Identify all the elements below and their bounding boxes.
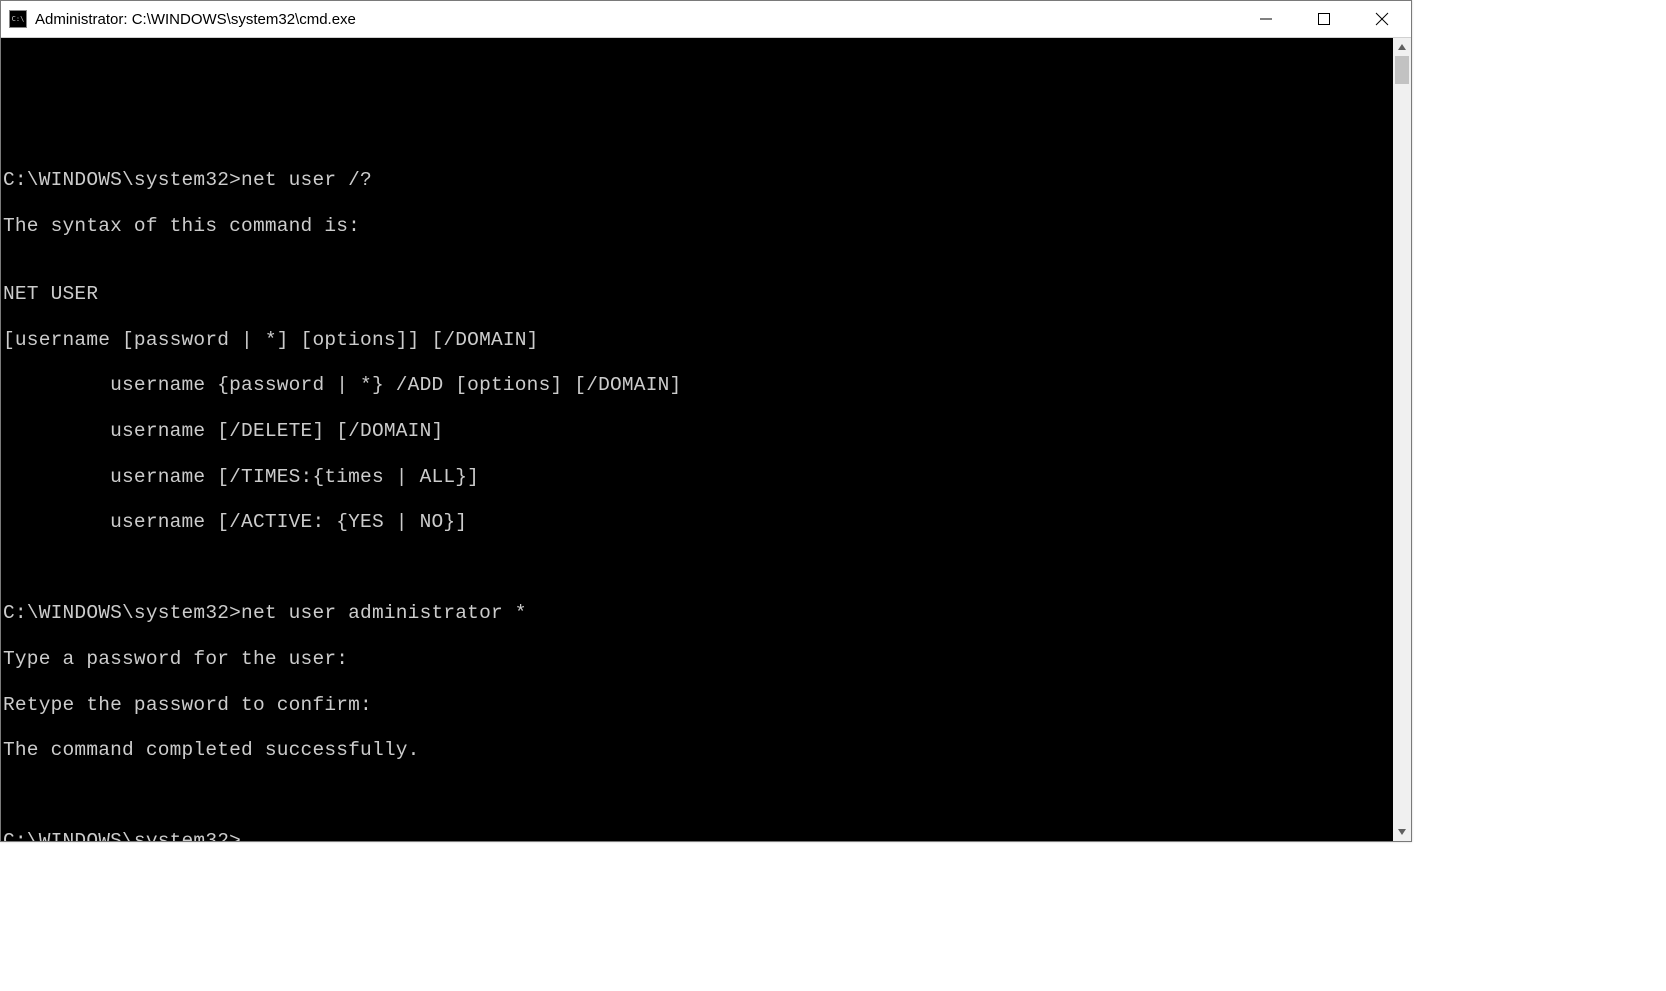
minimize-icon: [1259, 12, 1273, 26]
minimize-button[interactable]: [1237, 1, 1295, 37]
window-title: Administrator: C:\WINDOWS\system32\cmd.e…: [35, 11, 356, 28]
terminal-line: username [/ACTIVE: {YES | NO}]: [3, 511, 1393, 534]
terminal-line: username {password | *} /ADD [options] […: [3, 374, 1393, 397]
client-area: C:\WINDOWS\system32>net user /? The synt…: [1, 38, 1411, 841]
cmd-window: Administrator: C:\WINDOWS\system32\cmd.e…: [0, 0, 1412, 842]
terminal-line: [username [password | *] [options]] [/DO…: [3, 329, 1393, 352]
close-icon: [1375, 12, 1389, 26]
vertical-scrollbar[interactable]: [1393, 38, 1411, 841]
terminal-line: username [/TIMES:{times | ALL}]: [3, 466, 1393, 489]
terminal-content: C:\WINDOWS\system32>net user /? The synt…: [1, 84, 1393, 841]
terminal-line: C:\WINDOWS\system32>net user /?: [3, 169, 1393, 192]
scroll-down-button[interactable]: [1393, 823, 1411, 841]
terminal-prompt-line: C:\WINDOWS\system32>: [3, 830, 1393, 841]
terminal-line: username [/DELETE] [/DOMAIN]: [3, 420, 1393, 443]
terminal-line: C:\WINDOWS\system32>net user administrat…: [3, 602, 1393, 625]
terminal-line: NET USER: [3, 283, 1393, 306]
terminal[interactable]: C:\WINDOWS\system32>net user /? The synt…: [1, 38, 1393, 841]
terminal-line: The command completed successfully.: [3, 739, 1393, 762]
close-button[interactable]: [1353, 1, 1411, 37]
chevron-up-icon: [1397, 42, 1407, 52]
maximize-button[interactable]: [1295, 1, 1353, 37]
terminal-line: Retype the password to confirm:: [3, 694, 1393, 717]
terminal-line: Type a password for the user:: [3, 648, 1393, 671]
scroll-up-button[interactable]: [1393, 38, 1411, 56]
scroll-thumb[interactable]: [1395, 56, 1409, 84]
terminal-line: The syntax of this command is:: [3, 215, 1393, 238]
chevron-down-icon: [1397, 827, 1407, 837]
cmd-icon: [9, 10, 27, 28]
scroll-track[interactable]: [1393, 56, 1411, 823]
maximize-icon: [1317, 12, 1331, 26]
titlebar[interactable]: Administrator: C:\WINDOWS\system32\cmd.e…: [1, 1, 1411, 38]
terminal-prompt: C:\WINDOWS\system32>: [3, 830, 241, 841]
